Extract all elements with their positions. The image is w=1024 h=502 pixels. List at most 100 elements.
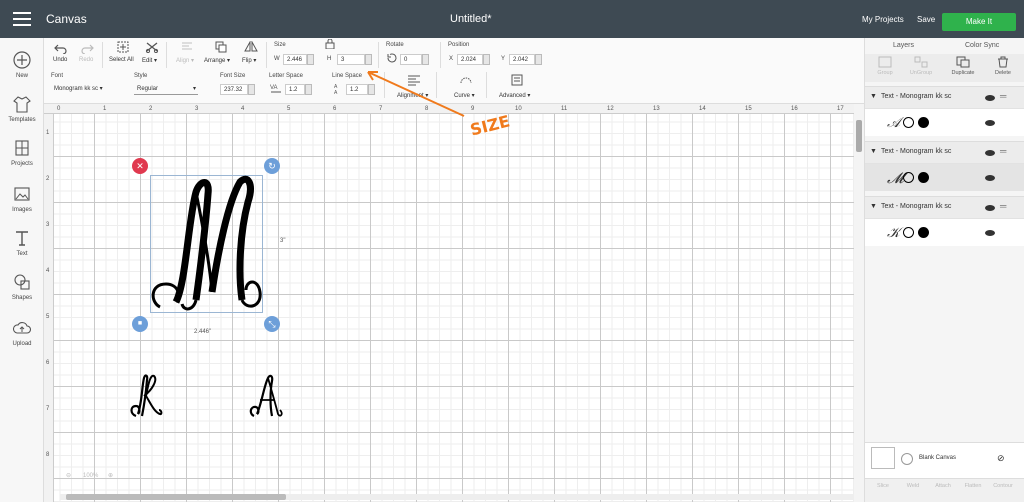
sidebar-item-templates[interactable]: Templates (0, 94, 44, 123)
letter-space-input[interactable]: 1.2 (285, 84, 305, 95)
rotate-handle[interactable]: ↻ (264, 158, 280, 174)
drag-handle-icon[interactable]: ═ (1000, 201, 1006, 211)
monogram-k-letter[interactable] (128, 372, 164, 418)
font-select[interactable]: Monogram kk sc ▾ (51, 84, 115, 95)
width-stepper[interactable] (307, 54, 314, 65)
select-all-icon[interactable] (116, 41, 130, 53)
advanced-dropdown[interactable]: Advanced ▾ (499, 92, 530, 99)
rotate-stepper[interactable] (422, 54, 429, 65)
rotate-input[interactable]: 0 (400, 54, 422, 65)
delete-button[interactable]: Delete (989, 56, 1017, 76)
sidebar-item-shapes[interactable]: Shapes (0, 272, 44, 301)
layer-item[interactable]: 𝒜 (865, 108, 1024, 136)
y-position-input[interactable]: 2.042 (509, 54, 535, 65)
eye-icon[interactable] (985, 205, 995, 211)
layer-group[interactable]: ▼ Text - Monogram kk sc ═ (865, 196, 1024, 218)
redo-icon[interactable] (80, 42, 94, 54)
font-value: Monogram kk sc (54, 86, 99, 92)
vertical-scroll-thumb[interactable] (856, 120, 862, 152)
duplicate-button[interactable]: Duplicate (949, 56, 977, 76)
caret-down-icon[interactable]: ▼ (870, 148, 877, 155)
edit-dropdown[interactable]: Edit ▾ (142, 57, 157, 64)
group-button[interactable]: Group (871, 56, 899, 76)
drag-handle-icon[interactable]: ═ (1000, 91, 1006, 101)
align-icon[interactable] (180, 41, 194, 53)
eye-icon[interactable] (985, 95, 995, 101)
arrange-dropdown[interactable]: Arrange ▾ (204, 57, 230, 64)
flip-icon[interactable] (244, 41, 258, 53)
drag-handle-icon[interactable]: ═ (1000, 146, 1006, 156)
my-projects-link[interactable]: My Projects (862, 15, 904, 24)
zoom-out-icon[interactable]: ⊖ (66, 472, 71, 479)
layer-item[interactable]: 𝓜 (865, 163, 1024, 191)
horizontal-scrollbar[interactable] (60, 494, 854, 500)
layer-group[interactable]: ▼ Text - Monogram kk sc ═ (865, 86, 1024, 108)
canvas-swatch[interactable] (871, 447, 895, 469)
advanced-icon[interactable] (510, 74, 524, 86)
make-it-button[interactable]: Make It (942, 13, 1016, 31)
resize-icon: ⤡ (268, 319, 276, 329)
eye-icon[interactable] (985, 120, 995, 126)
color-swatch[interactable] (918, 172, 929, 183)
x-position-stepper[interactable] (483, 54, 490, 65)
monogram-m-letter[interactable] (148, 172, 266, 314)
sidebar-item-upload[interactable]: Upload (0, 318, 44, 347)
eye-icon[interactable] (985, 175, 995, 181)
horizontal-scroll-thumb[interactable] (66, 494, 286, 500)
eye-icon[interactable] (985, 150, 995, 156)
sidebar-item-projects[interactable]: Projects (0, 138, 44, 167)
ungroup-label: UnGroup (909, 70, 933, 76)
resize-handle[interactable]: ⤡ (264, 316, 280, 332)
contour-button[interactable]: Contour (989, 483, 1017, 489)
sidebar-item-images[interactable]: Images (0, 184, 44, 213)
x-position-input[interactable]: 2.024 (457, 54, 483, 65)
attach-button[interactable]: Attach (929, 483, 957, 489)
caret-down-icon[interactable]: ▼ (870, 93, 877, 100)
vertical-scrollbar[interactable] (854, 104, 864, 502)
eye-icon[interactable] (985, 230, 995, 236)
weld-button[interactable]: Weld (899, 483, 927, 489)
height-stepper[interactable] (365, 54, 372, 65)
layer-item[interactable]: 𝒦 (865, 218, 1024, 246)
ruler-number: 1 (103, 106, 107, 112)
undo-button[interactable]: Undo (53, 57, 67, 63)
redo-button[interactable]: Redo (79, 57, 93, 63)
flatten-button[interactable]: Flatten (959, 483, 987, 489)
duplicate-icon (956, 56, 970, 68)
edit-icon[interactable] (145, 41, 159, 53)
arrange-icon[interactable] (214, 41, 228, 53)
style-select[interactable]: Regular ▾ (134, 84, 198, 95)
layer-group[interactable]: ▼ Text - Monogram kk sc ═ (865, 141, 1024, 163)
delete-handle[interactable]: ✕ (132, 158, 148, 174)
save-button[interactable]: Save (917, 15, 935, 24)
y-position-stepper[interactable] (535, 54, 542, 65)
edit-label: Edit (142, 58, 153, 64)
position-label: Position (448, 42, 470, 48)
monogram-a-letter[interactable] (248, 372, 284, 418)
tab-layers[interactable]: Layers (893, 42, 914, 49)
sidebar-item-new[interactable]: New (0, 50, 44, 79)
undo-icon[interactable] (54, 42, 68, 54)
tab-color-sync[interactable]: Color Sync (965, 42, 999, 49)
font-size-input[interactable]: 237.32 (220, 84, 248, 95)
slice-button[interactable]: Slice (869, 483, 897, 489)
sidebar-item-text[interactable]: Text (0, 228, 44, 257)
font-size-stepper[interactable] (248, 84, 255, 95)
select-all-button[interactable]: Select All (109, 57, 134, 63)
layer-actions: Slice Weld Attach Flatten Contour (865, 478, 1024, 502)
lock-handle[interactable]: ■ (132, 316, 148, 332)
color-swatch[interactable] (918, 117, 929, 128)
width-input[interactable]: 2.446 (283, 54, 307, 65)
lock-icon[interactable] (324, 39, 336, 49)
canvas-color-circle[interactable] (901, 453, 913, 465)
caret-down-icon[interactable]: ▼ (870, 203, 877, 210)
letter-space-stepper[interactable] (305, 84, 312, 95)
flip-dropdown[interactable]: Flip ▾ (242, 57, 256, 64)
menu-icon[interactable] (13, 12, 31, 26)
zoom-in-icon[interactable]: ⊕ (108, 472, 113, 479)
hide-canvas-icon[interactable]: ⊘ (997, 453, 1005, 464)
color-swatch[interactable] (918, 227, 929, 238)
ungroup-button[interactable]: UnGroup (907, 56, 935, 76)
height-input[interactable]: 3 (337, 54, 365, 65)
align-dropdown[interactable]: Align ▾ (176, 57, 194, 64)
